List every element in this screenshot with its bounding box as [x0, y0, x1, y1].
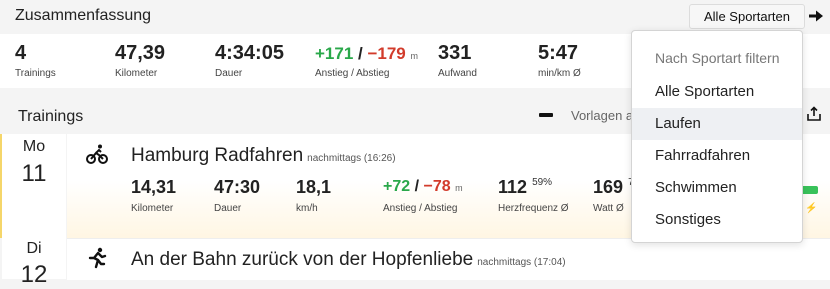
stat-pace-value: 5:47: [538, 42, 579, 64]
stat-duration-label: Dauer: [215, 68, 243, 79]
metric-speed-value: 18,1: [296, 177, 332, 197]
metric-ascent-up: +72: [383, 178, 411, 195]
templates-link[interactable]: Vorlagen a: [571, 108, 633, 123]
ascent-sep: /: [353, 44, 368, 63]
sport-filter-button[interactable]: Alle Sportarten: [689, 4, 805, 29]
metric-ascent-value: +72 / −78 m: [383, 179, 463, 195]
weekday: Mo: [22, 138, 46, 155]
metric-watt-value: 169 7: [593, 177, 634, 197]
stat-ascent-value: +171 / −179 m: [315, 45, 418, 62]
training-title[interactable]: Hamburg Radfahren nachmittags (16:26): [131, 145, 396, 167]
menu-item-running[interactable]: Laufen: [632, 108, 802, 140]
training-title-text: Hamburg Radfahren: [131, 145, 304, 166]
metric-hr-percent: 59%: [532, 177, 553, 188]
stat-km-label: Kilometer: [115, 68, 158, 79]
arrow-right-icon[interactable]: [808, 8, 824, 24]
stat-trainings-label: Trainings: [15, 68, 56, 79]
date-column-2: Di 12: [0, 238, 66, 288]
menu-header: Nach Sportart filtern: [655, 50, 780, 66]
metric-km-value: 14,31: [131, 177, 177, 197]
metric-ascent-down: −78: [423, 178, 451, 195]
weekday: Di: [26, 240, 42, 257]
minus-icon[interactable]: [539, 113, 553, 117]
training-title-text: An der Bahn zurück von der Hopfenliebe: [131, 249, 474, 270]
stat-effort-label: Aufwand: [438, 68, 477, 79]
stat-pace-label: min/km Ø: [538, 68, 581, 79]
training-title[interactable]: An der Bahn zurück von der Hopfenliebe na…: [131, 249, 566, 271]
ascent-down: −179: [367, 44, 406, 63]
metric-watt-number: 169: [593, 177, 624, 197]
cycling-icon: [86, 144, 108, 164]
bolt-icon: ⚡: [805, 203, 818, 214]
training-time: nachmittags (16:26): [307, 153, 396, 164]
ascent-up: +171: [315, 44, 354, 63]
day-number: 12: [20, 261, 48, 288]
stat-effort-value: 331: [438, 42, 472, 64]
metric-ascent-sep: /: [410, 178, 424, 195]
menu-item-all-sports[interactable]: Alle Sportarten: [632, 76, 802, 108]
sport-filter-menu: Nach Sportart filtern Alle Sportarten La…: [631, 30, 803, 243]
metric-hr-number: 112: [498, 177, 528, 197]
day-number: 11: [21, 160, 47, 187]
trainings-title: Trainings: [18, 108, 84, 125]
menu-item-swimming[interactable]: Schwimmen: [632, 172, 802, 204]
metric-duration-value: 47:30: [214, 177, 261, 197]
menu-item-other[interactable]: Sonstiges: [632, 204, 802, 236]
summary-title: Zusammenfassung: [15, 7, 152, 24]
stat-ascent-label: Anstieg / Abstieg: [315, 68, 390, 79]
stat-duration-value: 4:34:05: [215, 42, 284, 64]
metric-ascent-unit: m: [455, 183, 463, 193]
ascent-unit: m: [410, 51, 419, 61]
metric-watt-label: Watt Ø: [593, 203, 624, 214]
metric-ascent-label: Anstieg / Abstieg: [383, 203, 458, 214]
stat-km-value: 47,39: [115, 42, 166, 64]
metric-hr-value: 112 59%: [498, 177, 553, 197]
stat-trainings-value: 4: [15, 42, 27, 64]
running-icon: [88, 247, 107, 269]
metric-km-label: Kilometer: [131, 203, 174, 214]
metric-duration-label: Dauer: [214, 203, 242, 214]
training-card-2[interactable]: An der Bahn zurück von der Hopfenliebe na…: [67, 238, 830, 280]
share-icon[interactable]: [806, 106, 822, 122]
menu-item-cycling[interactable]: Fahrradfahren: [632, 140, 802, 172]
metric-speed-label: km/h: [296, 203, 318, 214]
training-time: nachmittags (17:04): [477, 257, 566, 268]
date-column-1: Mo 11: [0, 134, 66, 238]
metric-hr-label: Herzfrequenz Ø: [498, 203, 569, 214]
